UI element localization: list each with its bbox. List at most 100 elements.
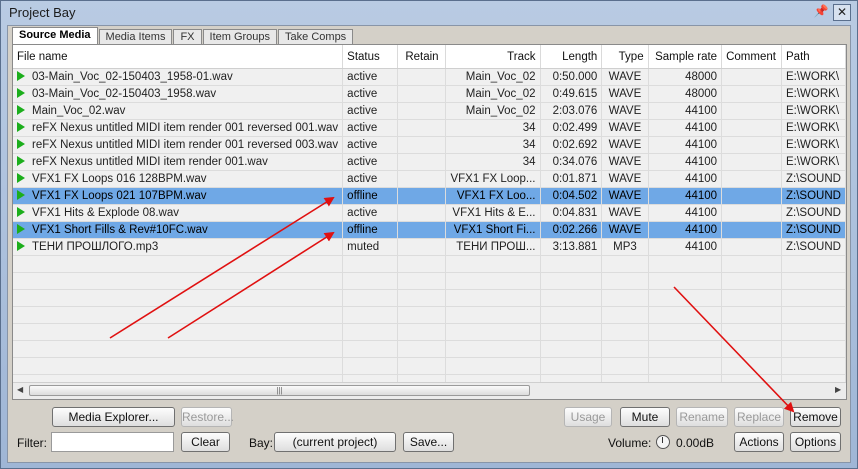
- path-cell: E:\WORK\: [781, 68, 846, 86]
- mute-button[interactable]: Mute: [620, 407, 670, 427]
- play-icon[interactable]: [17, 241, 25, 251]
- play-icon[interactable]: [17, 207, 25, 217]
- project-bay-panel: Source Media Media Items FX Item Groups …: [7, 25, 851, 463]
- column-header-comment[interactable]: Comment: [721, 45, 782, 69]
- column-header-type[interactable]: Type: [601, 45, 649, 69]
- horizontal-scrollbar[interactable]: ◀ ||| ▶: [13, 382, 846, 399]
- empty-cell: [601, 255, 649, 273]
- restore-button[interactable]: Restore...: [181, 407, 234, 427]
- path-cell: E:\WORK\: [781, 136, 846, 154]
- bay-select[interactable]: (current project): [274, 432, 396, 452]
- table-row[interactable]: VFX1 FX Loops 021 107BPM.wav offline VFX1 …: [13, 187, 846, 205]
- play-icon[interactable]: [17, 139, 25, 149]
- scroll-right-icon[interactable]: ▶: [835, 385, 841, 394]
- table-row[interactable]: reFX Nexus untitled MIDI item render 001…: [13, 153, 846, 171]
- play-icon[interactable]: [17, 190, 25, 200]
- play-icon[interactable]: [17, 173, 25, 183]
- empty-cell: [601, 357, 649, 375]
- retain-cell: [397, 68, 447, 86]
- track-cell: ТЕНИ ПРОШ...: [445, 238, 541, 256]
- retain-cell: [397, 238, 447, 256]
- empty-cell: [601, 306, 649, 324]
- table-row[interactable]: reFX Nexus untitled MIDI item render 001…: [13, 119, 846, 137]
- empty-cell: [13, 340, 344, 358]
- empty-cell: [397, 272, 447, 290]
- column-header-track[interactable]: Track: [445, 45, 541, 69]
- status-cell: offline: [342, 221, 399, 239]
- column-header-path[interactable]: Path: [781, 45, 846, 69]
- table-row[interactable]: Main_Voc_02.wav active Main_Voc_02 2:03.076…: [13, 102, 846, 120]
- pin-icon[interactable]: 📌: [813, 4, 829, 19]
- clear-button[interactable]: Clear: [181, 432, 230, 452]
- empty-cell: [342, 272, 399, 290]
- empty-cell: [648, 323, 723, 341]
- scroll-left-icon[interactable]: ◀: [17, 385, 23, 394]
- empty-cell: [540, 272, 603, 290]
- tab-item-groups[interactable]: Item Groups: [202, 29, 278, 45]
- path-cell: Z:\SOUND: [781, 221, 846, 239]
- scrollbar-thumb[interactable]: |||: [29, 385, 530, 396]
- table-row[interactable]: VFX1 FX Loops 016 128BPM.wav active VFX1 F…: [13, 170, 846, 188]
- table-row[interactable]: 03-Main_Voc_02-150403_1958.wav active Main…: [13, 85, 846, 103]
- save-button[interactable]: Save...: [403, 432, 454, 452]
- actions-button[interactable]: Actions: [734, 432, 784, 452]
- sample-rate-cell: 48000: [648, 68, 723, 86]
- tab-fx[interactable]: FX: [173, 29, 202, 45]
- track-cell: 34: [445, 119, 541, 137]
- table-row[interactable]: 03-Main_Voc_02-150403_1958-01.wav active M…: [13, 68, 846, 86]
- column-header-status[interactable]: Status: [342, 45, 399, 69]
- tab-take-comps[interactable]: Take Comps: [278, 29, 354, 45]
- tab-media-items[interactable]: Media Items: [98, 29, 173, 45]
- empty-row: [13, 306, 846, 324]
- table-row[interactable]: reFX Nexus untitled MIDI item render 001…: [13, 136, 846, 154]
- empty-cell: [445, 272, 541, 290]
- play-icon[interactable]: [17, 88, 25, 98]
- replace-button[interactable]: Replace: [734, 407, 784, 427]
- rename-button[interactable]: Rename: [676, 407, 728, 427]
- retain-cell: [397, 136, 447, 154]
- play-icon[interactable]: [17, 122, 25, 132]
- play-icon[interactable]: [17, 156, 25, 166]
- retain-cell: [397, 221, 447, 239]
- path-cell: E:\WORK\: [781, 102, 846, 120]
- type-cell: WAVE: [601, 136, 649, 154]
- play-icon[interactable]: [17, 105, 25, 115]
- column-header-retain[interactable]: Retain: [397, 45, 447, 69]
- tab-bar: Source Media Media Items FX Item Groups …: [12, 27, 354, 45]
- file-name-cell: reFX Nexus untitled MIDI item render 001…: [13, 119, 344, 137]
- sample-rate-cell: 44100: [648, 221, 723, 239]
- track-cell: Main_Voc_02: [445, 85, 541, 103]
- empty-cell: [397, 255, 447, 273]
- filter-input[interactable]: [51, 432, 174, 452]
- table-row[interactable]: VFX1 Hits & Explode 08.wav active VFX1 Hit…: [13, 204, 846, 222]
- status-cell: active: [342, 68, 399, 86]
- track-cell: 34: [445, 153, 541, 171]
- length-cell: 0:34.076: [540, 153, 603, 171]
- empty-cell: [781, 357, 846, 375]
- volume-value: 0.00dB: [676, 436, 715, 450]
- empty-row: [13, 289, 846, 307]
- tab-source-media[interactable]: Source Media: [12, 27, 98, 45]
- empty-cell: [13, 255, 344, 273]
- media-explorer-button[interactable]: Media Explorer...: [52, 407, 175, 427]
- table-row[interactable]: VFX1 Short Fills & Rev#10FC.wav offline VF…: [13, 221, 846, 239]
- play-icon[interactable]: [17, 224, 25, 234]
- close-icon[interactable]: ✕: [833, 4, 851, 21]
- empty-cell: [648, 272, 723, 290]
- empty-cell: [397, 289, 447, 307]
- filter-label: Filter:: [17, 436, 47, 450]
- track-cell: VFX1 FX Loo...: [445, 187, 541, 205]
- column-header-length[interactable]: Length: [540, 45, 603, 69]
- column-header-sample-rate[interactable]: Sample rate: [648, 45, 723, 69]
- empty-cell: [13, 323, 344, 341]
- file-name: 03-Main_Voc_02-150403_1958-01.wav: [32, 71, 233, 83]
- empty-cell: [540, 289, 603, 307]
- table-row[interactable]: ТЕНИ ПРОШЛОГО.mp3 muted ТЕНИ ПРОШ... 3:13.8…: [13, 238, 846, 256]
- usage-button[interactable]: Usage: [564, 407, 612, 427]
- volume-knob-icon[interactable]: [656, 435, 670, 449]
- remove-button[interactable]: Remove: [790, 407, 841, 427]
- play-icon[interactable]: [17, 71, 25, 81]
- column-header-file-name[interactable]: File name: [13, 45, 344, 69]
- type-cell: WAVE: [601, 68, 649, 86]
- options-button[interactable]: Options: [790, 432, 841, 452]
